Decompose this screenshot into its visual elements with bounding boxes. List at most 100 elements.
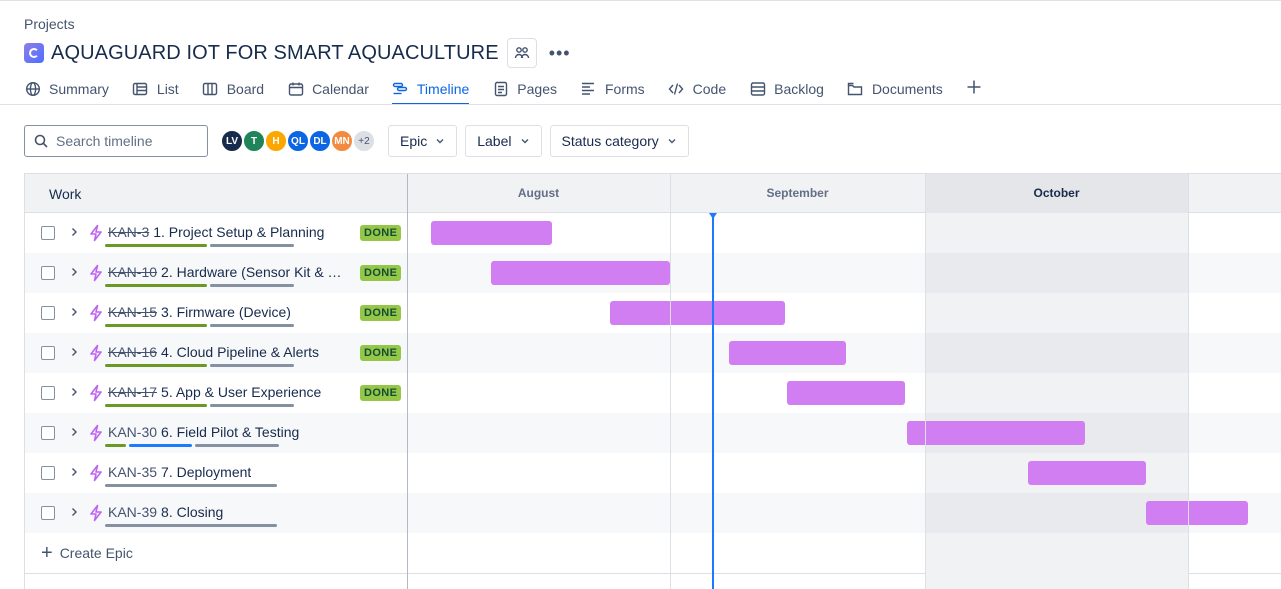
tab-calendar[interactable]: Calendar — [287, 72, 369, 105]
month-label-october: October — [1033, 186, 1080, 200]
avatar[interactable]: QL — [286, 129, 310, 153]
tab-forms[interactable]: Forms — [580, 72, 645, 105]
tab-summary[interactable]: Summary — [24, 72, 109, 105]
avatar[interactable]: T — [242, 129, 266, 153]
epic-title: 8. Closing — [161, 504, 224, 520]
timeline-header: Work August September October — [25, 174, 1281, 213]
progress-bar — [105, 484, 280, 488]
epic-title: 3. Firmware (Device) — [161, 304, 291, 320]
work-column-header: Work — [49, 186, 82, 202]
breadcrumb-projects[interactable]: Projects — [24, 16, 75, 32]
epic-key: KAN-30 — [108, 424, 158, 440]
epic-row[interactable]: KAN-15 3. Firmware (Device) DONE — [25, 293, 1281, 333]
chevron-right-icon[interactable] — [67, 505, 81, 519]
chevron-right-icon[interactable] — [67, 425, 81, 439]
row-checkbox[interactable] — [41, 466, 55, 480]
progress-segment — [105, 324, 207, 327]
tab-board[interactable]: Board — [202, 72, 264, 105]
row-checkbox[interactable] — [41, 266, 55, 280]
row-checkbox[interactable] — [41, 346, 55, 360]
chevron-right-icon[interactable] — [67, 345, 81, 359]
row-checkbox[interactable] — [41, 506, 55, 520]
progress-bar — [105, 444, 282, 448]
epic-title-link[interactable]: KAN-102. Hardware (Sensor Kit & Enclosur… — [108, 264, 348, 280]
add-tab-button[interactable] — [966, 70, 982, 103]
avatars-more-button[interactable]: +2 — [352, 129, 376, 153]
row-checkbox[interactable] — [41, 426, 55, 440]
epic-timeline-bar[interactable] — [728, 341, 846, 365]
tab-label: List — [156, 80, 179, 97]
epic-timeline-bar[interactable] — [1027, 461, 1146, 485]
epic-row[interactable]: KAN-35 7. Deployment — [25, 453, 1281, 493]
month-divider — [1188, 174, 1189, 589]
tab-timeline[interactable]: Timeline — [391, 72, 470, 105]
filter-status-category-dropdown[interactable]: Status category — [549, 125, 689, 157]
epic-timeline-bar[interactable] — [1145, 501, 1249, 525]
search-box[interactable] — [24, 125, 208, 157]
epic-row[interactable]: KAN-16 4. Cloud Pipeline & Alerts DONE — [25, 333, 1281, 373]
epic-title-link[interactable]: KAN-35 7. Deployment — [108, 464, 251, 480]
epic-timeline-bar[interactable] — [609, 301, 785, 325]
chevron-right-icon[interactable] — [67, 305, 81, 319]
timeline-icon — [392, 80, 409, 97]
team-button[interactable] — [506, 38, 537, 68]
epic-lightning-icon — [88, 224, 104, 242]
filter-epic-dropdown[interactable]: Epic — [388, 125, 458, 157]
epic-lightning-icon — [88, 424, 104, 442]
search-input[interactable] — [56, 133, 196, 149]
epic-key: KAN-16 — [108, 344, 158, 360]
row-checkbox[interactable] — [41, 386, 55, 400]
month-divider — [670, 174, 671, 589]
chevron-right-icon[interactable] — [67, 225, 81, 239]
chevron-right-icon[interactable] — [67, 265, 81, 279]
plus-icon — [967, 80, 981, 93]
timeline-grid: Work August September October + Create Epi… — [24, 173, 1281, 589]
epic-row[interactable]: KAN-102. Hardware (Sensor Kit & Enclosur… — [25, 253, 1281, 293]
page-title: AQUAGUARD IOT FOR SMART AQUACULTURE — [51, 41, 499, 64]
progress-segment — [105, 484, 277, 487]
backlog-icon — [749, 80, 766, 97]
epic-title: 4. Cloud Pipeline & Alerts — [161, 344, 320, 360]
avatar[interactable]: MN — [330, 129, 354, 153]
epic-timeline-bar[interactable] — [787, 381, 905, 405]
board-icon — [202, 80, 219, 97]
epic-title-link[interactable]: KAN-30 6. Field Pilot & Testing — [108, 424, 299, 440]
epic-timeline-bar[interactable] — [430, 221, 552, 245]
tab-documents[interactable]: Documents — [847, 72, 943, 105]
epic-key: KAN-39 — [108, 504, 158, 520]
epic-row[interactable]: KAN-39 8. Closing — [25, 493, 1281, 533]
tab-pages[interactable]: Pages — [492, 72, 557, 105]
status-badge: DONE — [360, 225, 402, 241]
more-actions-button[interactable]: ••• — [545, 38, 575, 68]
row-checkbox[interactable] — [41, 226, 55, 240]
epic-row[interactable]: KAN-17 5. App & User Experience DONE — [25, 373, 1281, 413]
epic-title-link[interactable]: KAN-16 4. Cloud Pipeline & Alerts — [108, 344, 319, 360]
status-badge: DONE — [360, 265, 402, 281]
progress-segment — [105, 284, 207, 287]
avatar[interactable]: LV — [220, 129, 244, 153]
current-month-cell — [925, 373, 1188, 413]
tab-code[interactable]: Code — [668, 72, 726, 105]
row-checkbox[interactable] — [41, 306, 55, 320]
epic-row[interactable]: KAN-3 1. Project Setup & Planning DONE — [25, 213, 1281, 253]
avatar[interactable]: H — [264, 129, 288, 153]
create-epic-button[interactable]: + Create Epic — [25, 533, 407, 573]
chevron-right-icon[interactable] — [67, 465, 81, 479]
filter-label-dropdown[interactable]: Label — [465, 125, 542, 157]
epic-title: 5. App & User Experience — [161, 384, 322, 400]
avatar[interactable]: DL — [308, 129, 332, 153]
tab-list[interactable]: List — [132, 72, 179, 105]
epic-title-link[interactable]: KAN-39 8. Closing — [108, 504, 223, 520]
epic-title-link[interactable]: KAN-15 3. Firmware (Device) — [108, 304, 291, 320]
epic-title-link[interactable]: KAN-17 5. App & User Experience — [108, 384, 321, 400]
epic-row[interactable]: KAN-30 6. Field Pilot & Testing — [25, 413, 1281, 453]
epic-timeline-bar[interactable] — [907, 421, 1086, 445]
epic-title-link[interactable]: KAN-3 1. Project Setup & Planning — [108, 224, 324, 240]
create-epic-label: Create Epic — [59, 545, 133, 561]
tab-backlog[interactable]: Backlog — [749, 72, 824, 105]
epic-timeline-bar[interactable] — [491, 261, 670, 285]
month-divider — [925, 174, 926, 589]
assignee-avatars: LV T H QL DL MN +2 — [220, 129, 376, 153]
project-header: AQUAGUARD IOT FOR SMART AQUACULTURE ••• — [24, 38, 575, 68]
chevron-right-icon[interactable] — [67, 385, 81, 399]
